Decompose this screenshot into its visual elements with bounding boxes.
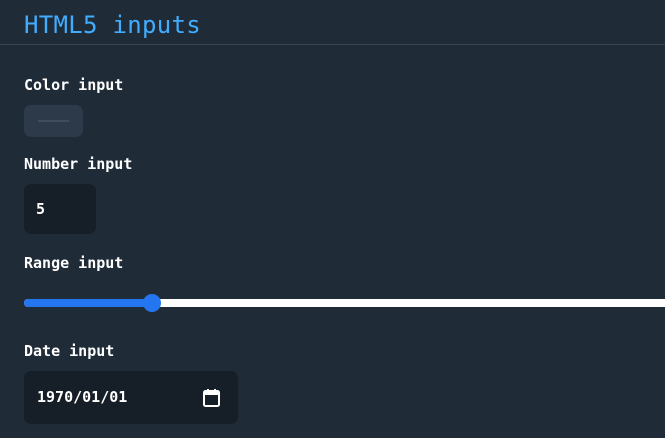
color-input-label: Color input bbox=[24, 76, 124, 94]
title-divider bbox=[0, 44, 665, 45]
range-fill bbox=[24, 299, 153, 307]
range-input-label: Range input bbox=[24, 254, 124, 272]
date-input-label: Date input bbox=[24, 342, 115, 360]
color-input[interactable] bbox=[24, 105, 83, 137]
color-swatch-preview bbox=[38, 120, 69, 122]
number-input-label: Number input bbox=[24, 155, 133, 173]
page-title: HTML5 inputs bbox=[24, 11, 201, 39]
range-thumb[interactable] bbox=[143, 294, 162, 312]
number-input[interactable]: 5 bbox=[24, 184, 96, 234]
calendar-icon[interactable] bbox=[203, 389, 220, 407]
